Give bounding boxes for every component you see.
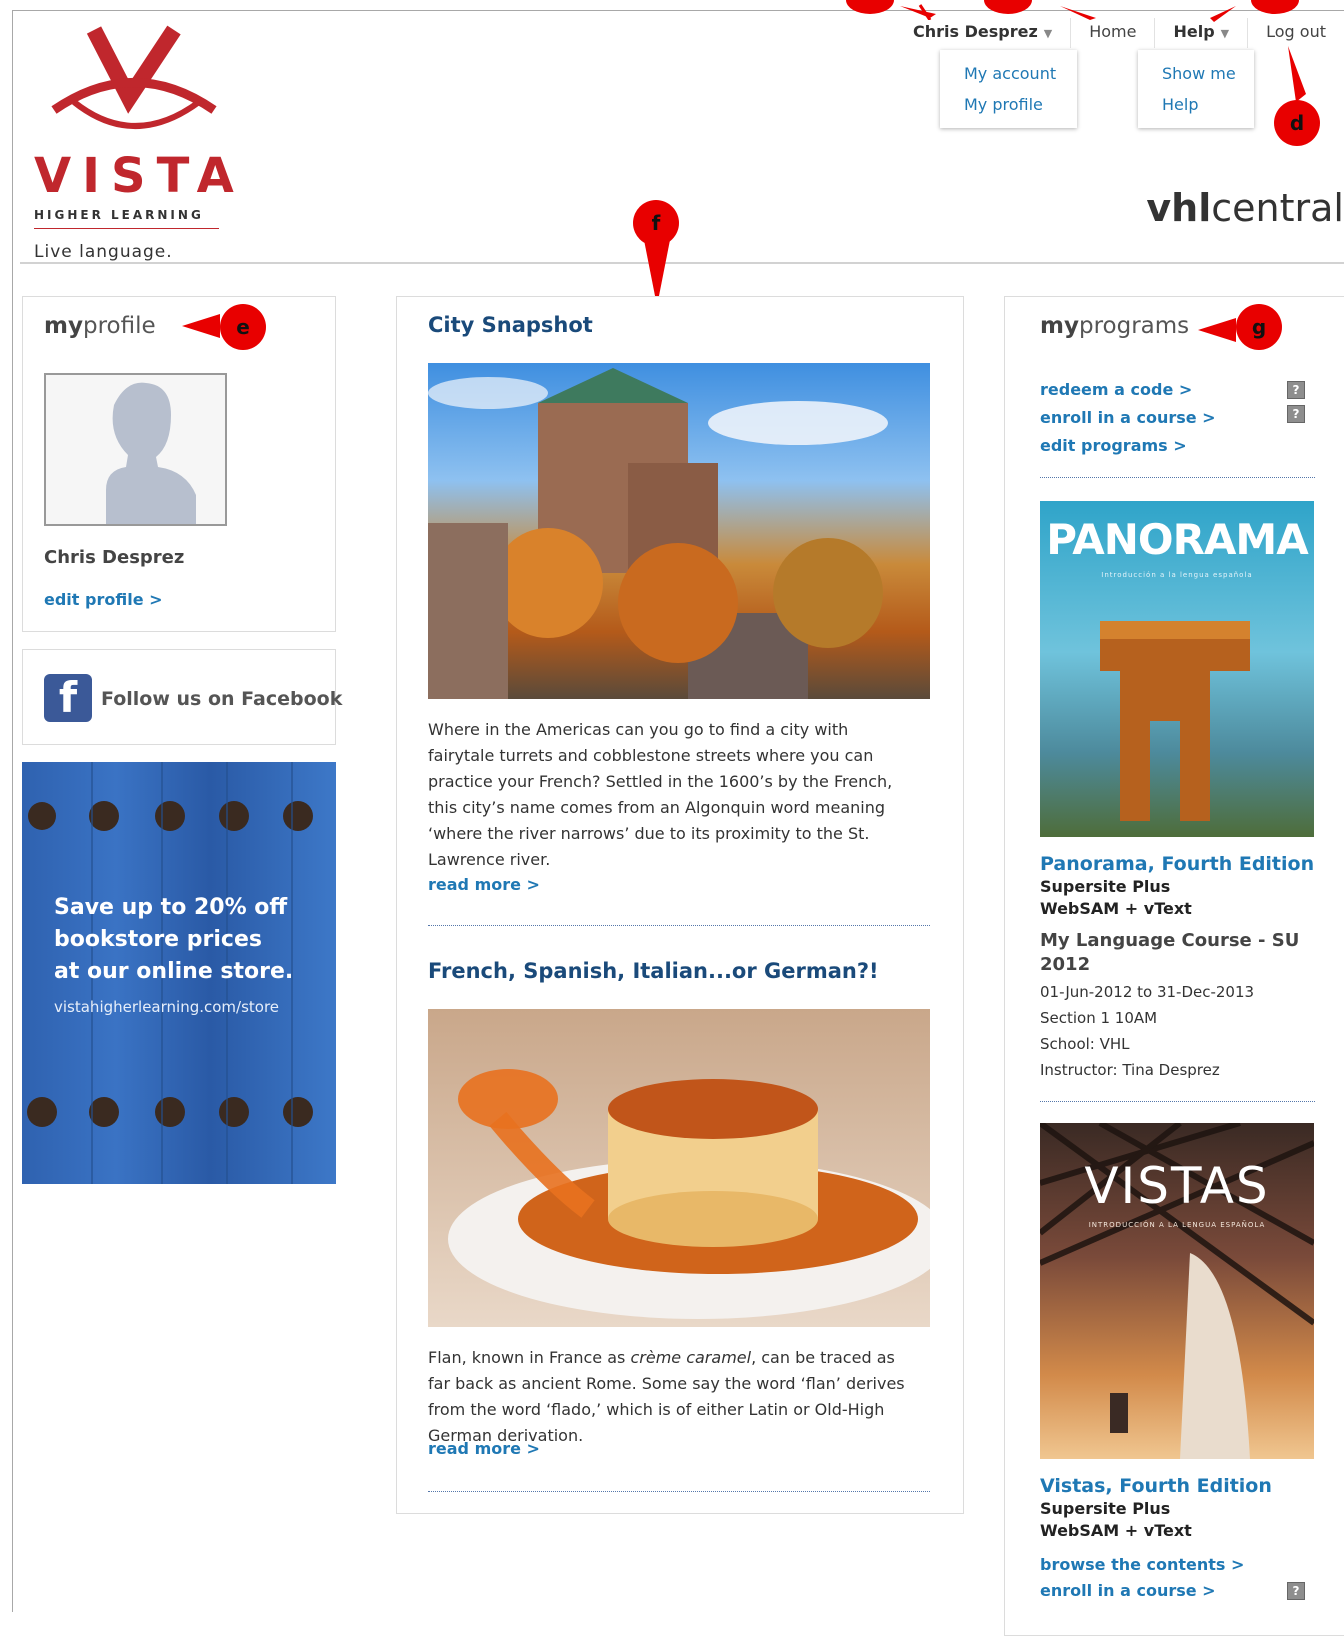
avatar[interactable] — [44, 373, 227, 526]
articles-box: City Snapshot Where in the Americas can … — [396, 296, 964, 1514]
profile-box: myprofile Chris Desprez edit profile > — [22, 296, 336, 632]
profile-heading-rest: profile — [82, 313, 156, 339]
article-image-city[interactable] — [428, 363, 930, 699]
edit-profile-link[interactable]: edit profile > — [44, 590, 163, 609]
vistas-cover[interactable]: VISTAS INTRODUCCIÓN A LA LENGUA ESPAÑOLA — [1040, 1123, 1314, 1459]
store-ad-banner[interactable]: Save up to 20% off bookstore prices at o… — [22, 762, 336, 1184]
marker-e: e — [220, 304, 266, 350]
vistas-title-link[interactable]: Vistas, Fourth Edition — [1040, 1475, 1272, 1497]
article-divider — [428, 1491, 930, 1492]
course-instructor: Instructor: Tina Desprez — [1040, 1061, 1220, 1079]
course-section: Section 1 10AM — [1040, 1009, 1158, 1027]
panorama-sub1: Supersite Plus — [1040, 877, 1171, 896]
ad-url: vistahigherlearning.com/store — [54, 998, 280, 1016]
user-dropdown: My account My profile — [940, 50, 1077, 128]
redeem-code-link[interactable]: redeem a code > — [1040, 380, 1192, 399]
course-school: School: VHL — [1040, 1035, 1130, 1053]
profile-heading-bold: my — [44, 313, 83, 339]
programs-divider — [1040, 477, 1315, 478]
programs-heading-rest: programs — [1078, 313, 1190, 339]
profile-name: Chris Desprez — [44, 547, 185, 568]
vistas-cover-title: VISTAS — [1084, 1157, 1270, 1215]
sculpture-illustration-icon — [1100, 621, 1250, 821]
header-divider — [20, 262, 1344, 264]
marker-g: g — [1236, 304, 1282, 350]
facebook-icon: f — [44, 674, 92, 722]
help-link[interactable]: Help — [1162, 89, 1230, 120]
panorama-cover[interactable]: PANORAMA Introducción a la lengua españo… — [1040, 501, 1314, 837]
vista-logo: VISTA HIGHER LEARNING Live language. — [34, 20, 234, 262]
brand-bold: vhl — [1146, 186, 1212, 230]
article-body-flan: Flan, known in France as crème caramel, … — [428, 1345, 918, 1449]
vistas-cover-subtitle: INTRODUCCIÓN A LA LENGUA ESPAÑOLA — [1088, 1221, 1266, 1229]
enroll-course-link[interactable]: enroll in a course > — [1040, 408, 1216, 427]
read-more-link-flan[interactable]: read more > — [428, 1439, 540, 1458]
facebook-box[interactable]: f Follow us on Facebook — [22, 649, 342, 745]
help-question-icon[interactable]: ? — [1287, 381, 1305, 399]
programs-heading-bold: my — [1040, 313, 1079, 339]
brand-rest: central — [1211, 186, 1344, 230]
article-title-city-snapshot[interactable]: City Snapshot — [428, 313, 593, 337]
ad-line-1: Save up to 20% off — [54, 895, 288, 920]
read-more-link-city[interactable]: read more > — [428, 875, 540, 894]
profile-heading: myprofile — [44, 313, 156, 339]
facebook-label: Follow us on Facebook — [101, 688, 343, 710]
course-dates: 01-Jun-2012 to 31-Dec-2013 — [1040, 983, 1255, 1001]
article-title-flan[interactable]: French, Spanish, Italian...or German?! — [428, 959, 879, 983]
ad-headline: Save up to 20% off bookstore prices at o… — [54, 892, 293, 988]
logo-wordmark: VISTA — [34, 148, 245, 204]
panorama-title-link[interactable]: Panorama, Fourth Edition — [1040, 853, 1314, 875]
programs-box: myprograms redeem a code > enroll in a c… — [1004, 296, 1344, 1636]
vhlcentral-brand: vhlcentral — [1146, 186, 1344, 230]
avatar-placeholder-icon — [106, 382, 196, 524]
vistas-sub1: Supersite Plus — [1040, 1499, 1171, 1518]
edit-programs-link[interactable]: edit programs > — [1040, 436, 1187, 455]
show-me-link[interactable]: Show me — [1162, 58, 1236, 89]
castle-illustration-icon — [428, 368, 888, 699]
logo-tagline: HIGHER LEARNING — [34, 208, 204, 222]
programs-divider — [1040, 1101, 1315, 1102]
help-question-icon[interactable]: ? — [1287, 405, 1305, 423]
logo-rule — [34, 228, 219, 229]
panorama-sub2: WebSAM + vText — [1040, 899, 1192, 918]
enroll-course-link-vistas[interactable]: enroll in a course > — [1040, 1581, 1216, 1600]
help-question-icon[interactable]: ? — [1287, 1582, 1305, 1600]
ad-line-2: bookstore prices — [54, 927, 262, 952]
logo-slogan: Live language. — [34, 242, 173, 262]
marker-e-pointer — [182, 314, 220, 338]
browse-contents-link[interactable]: browse the contents > — [1040, 1555, 1244, 1574]
flan-body-em: crème caramel — [630, 1348, 752, 1367]
vistas-sub2: WebSAM + vText — [1040, 1521, 1192, 1540]
flan-illustration-icon — [448, 1069, 930, 1319]
help-dropdown: Show me Help — [1138, 50, 1254, 128]
my-account-link[interactable]: My account — [964, 58, 1056, 89]
marker-d: d — [1274, 100, 1320, 146]
programs-heading: myprograms — [1040, 313, 1189, 339]
article-image-flan[interactable] — [428, 1009, 930, 1327]
article-divider — [428, 925, 930, 926]
marker-g-pointer — [1198, 318, 1236, 342]
logo-mark-icon — [51, 25, 217, 129]
ad-line-3: at our online store. — [54, 959, 294, 984]
flan-body-pre: Flan, known in France as — [428, 1348, 631, 1367]
my-profile-link[interactable]: My profile — [964, 89, 1053, 120]
course-name[interactable]: My Language Course - SU 2012 — [1040, 929, 1320, 977]
article-body-city: Where in the Americas can you go to find… — [428, 720, 893, 869]
